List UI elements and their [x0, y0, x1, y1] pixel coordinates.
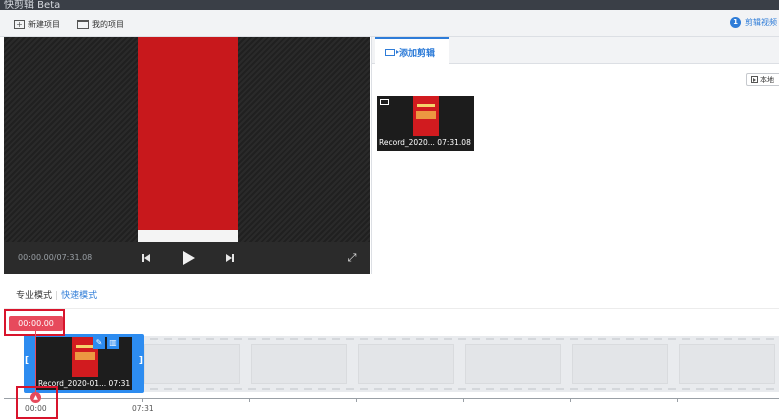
- help-label: 剪辑视频: [745, 18, 777, 27]
- trim-left-handle[interactable]: [: [25, 356, 29, 366]
- media-clip-card[interactable]: Record_2020... 07:31.08: [377, 96, 474, 151]
- timeline-divider: [4, 308, 779, 309]
- plus-icon: +: [14, 19, 25, 29]
- time-ruler: [4, 398, 779, 399]
- fullscreen-icon[interactable]: ⤢: [344, 250, 360, 266]
- player-controls: 00:00.00/07:31.08 ⤢: [4, 242, 370, 274]
- mode-separator: |: [55, 291, 59, 301]
- trash-icon[interactable]: ▥: [107, 337, 119, 349]
- tab-add-clip[interactable]: 添加剪辑: [375, 37, 449, 65]
- ruler-tick: [570, 398, 571, 402]
- new-project-button[interactable]: + 新建项目: [14, 17, 60, 31]
- video-type-icon: [380, 99, 389, 105]
- timeline-track: [38, 336, 779, 392]
- video-frame: [138, 37, 238, 242]
- ruler-tick: [249, 398, 250, 402]
- media-clip-duration: 07:31.08: [437, 138, 471, 147]
- ruler-tick: [356, 398, 357, 402]
- mode-pro[interactable]: 专业模式: [16, 291, 52, 301]
- ruler-tick: [463, 398, 464, 402]
- video-preview-player: 00:00.00/07:31.08 ⤢: [4, 37, 370, 274]
- trim-right-handle[interactable]: ]: [139, 356, 143, 366]
- timeline-clip-duration: 07:31: [108, 379, 131, 388]
- previous-frame-icon[interactable]: [138, 250, 154, 266]
- ruler-label-end: 07:31: [132, 404, 154, 413]
- ruler-tick: [677, 398, 678, 402]
- top-toolbar: + 新建项目 我的项目 1 剪辑视频: [0, 10, 779, 37]
- play-icon[interactable]: [180, 250, 196, 266]
- playback-time: 00:00.00/07:31.08: [18, 253, 93, 262]
- media-clip-caption: Record_2020... 07:31.08: [379, 138, 471, 147]
- title-bar: 快剪辑 Beta: [0, 0, 779, 10]
- tab-add-clip-label: 添加剪辑: [399, 48, 436, 59]
- pencil-icon[interactable]: ✎: [93, 337, 105, 349]
- highlight-box-marker: [16, 386, 58, 419]
- local-video-button[interactable]: 本地: [746, 73, 779, 86]
- help-link[interactable]: 1 剪辑视频: [730, 17, 777, 28]
- next-frame-icon[interactable]: [222, 250, 238, 266]
- clip-thumbnail: [413, 96, 439, 136]
- app-title: 快剪辑 Beta: [4, 0, 61, 10]
- play-box-icon: [751, 76, 758, 83]
- ruler-tick: [142, 398, 143, 402]
- media-tabbar: 添加剪辑: [372, 37, 779, 65]
- media-panel: 添加剪辑 本地 Record_2020... 07:31.08: [371, 37, 779, 274]
- edit-mode-switch: 专业模式 | 快速模式: [16, 288, 97, 301]
- mode-fast[interactable]: 快速模式: [61, 291, 97, 301]
- media-clip-name: Record_2020...: [379, 138, 435, 147]
- timeline-clip[interactable]: [ Record_2020-01... 07:31 ✎ ▥ ]: [24, 334, 144, 393]
- local-video-label: 本地: [760, 75, 774, 84]
- my-projects-button[interactable]: 我的项目: [77, 17, 124, 31]
- folder-icon: [77, 19, 89, 29]
- new-project-label: 新建项目: [28, 19, 60, 29]
- step-badge: 1: [730, 17, 741, 28]
- video-camera-icon: [385, 48, 399, 56]
- my-projects-label: 我的项目: [92, 19, 124, 29]
